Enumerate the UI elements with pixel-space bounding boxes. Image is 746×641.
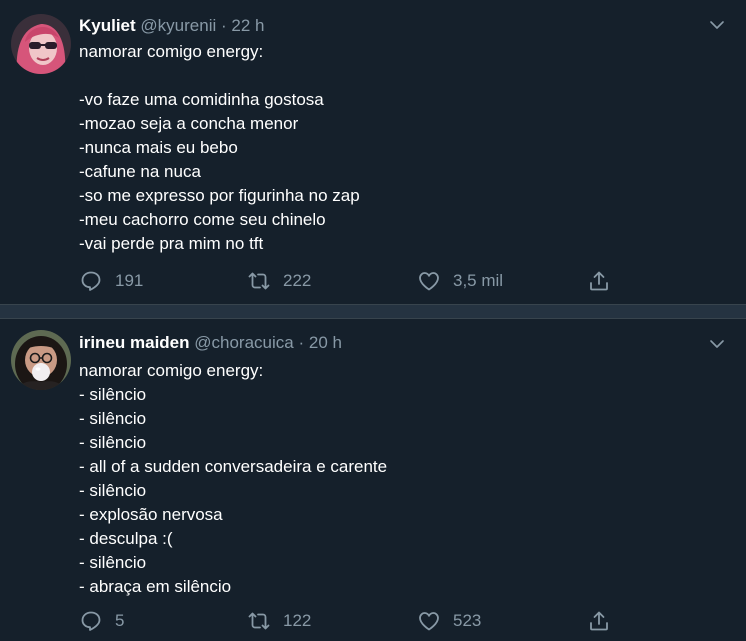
tweet-header: Kyuliet @kyurenii · 22 h: [79, 16, 265, 36]
tweet-menu-button[interactable]: [708, 16, 726, 34]
tweet-line: -mozao seja a concha menor: [79, 114, 299, 133]
tweet-line: -nunca mais eu bebo: [79, 138, 238, 157]
user-handle[interactable]: @kyurenii: [140, 16, 216, 35]
avatar[interactable]: [11, 330, 71, 390]
tweet[interactable]: irineu maiden @choracuica · 20 h namorar…: [0, 319, 746, 641]
tweet-line: - silêncio: [79, 409, 147, 428]
like-button[interactable]: 523: [417, 608, 481, 634]
heart-icon: [419, 272, 439, 291]
tweet-menu-button[interactable]: [708, 335, 726, 353]
tweet-divider: [0, 304, 746, 319]
tweet-actions: 5 122 523: [79, 608, 639, 634]
share-icon: [590, 611, 608, 631]
tweet-line: -so me expresso por figurinha no zap: [79, 186, 360, 205]
separator-dot: ·: [298, 333, 305, 352]
display-name[interactable]: Kyuliet: [79, 16, 136, 35]
retweet-icon: [248, 272, 270, 290]
tweet-line: namorar comigo energy:: [79, 361, 264, 380]
tweet-actions: 191 222 3,5 mil: [79, 268, 639, 294]
share-button[interactable]: [587, 268, 611, 294]
avatar-image: [11, 330, 71, 390]
avatar-image: [11, 14, 71, 74]
tweet-line: -vai perde pra mim no tft: [79, 234, 264, 253]
like-count: 523: [453, 611, 482, 630]
tweet-line: - explosão nervosa: [79, 505, 223, 524]
reply-count: 191: [115, 271, 144, 290]
retweet-button[interactable]: 222: [247, 268, 311, 294]
tweet-line: - silêncio: [79, 433, 147, 452]
retweet-icon: [248, 612, 270, 630]
tweet-text: namorar comigo energy: -vo faze uma comi…: [79, 40, 360, 256]
tweet-line: - silêncio: [79, 481, 147, 500]
tweet-line: - desculpa :(: [79, 529, 173, 548]
chevron-down-icon: [710, 340, 724, 348]
tweet-line: namorar comigo energy:: [79, 42, 264, 61]
tweet-line: -cafune na nuca: [79, 162, 201, 181]
heart-icon: [419, 612, 439, 631]
tweet-line: - all of a sudden conversadeira e carent…: [79, 457, 388, 476]
reply-button[interactable]: 5: [79, 608, 124, 634]
like-count: 3,5 mil: [453, 271, 504, 290]
user-handle[interactable]: @choracuica: [194, 333, 293, 352]
tweet-header: irineu maiden @choracuica · 20 h: [79, 333, 342, 353]
chevron-down-icon: [710, 21, 724, 29]
retweet-button[interactable]: 122: [247, 608, 311, 634]
tweet-line: -vo faze uma comidinha gostosa: [79, 90, 324, 109]
reply-icon: [81, 611, 101, 631]
like-button[interactable]: 3,5 mil: [417, 268, 503, 294]
reply-count: 5: [115, 611, 125, 630]
reply-icon: [81, 271, 101, 291]
tweet-line: - silêncio: [79, 553, 147, 572]
separator-dot: ·: [221, 16, 227, 35]
tweet[interactable]: Kyuliet @kyurenii · 22 h namorar comigo …: [0, 0, 746, 304]
tweet-line: - abraça em silêncio: [79, 577, 232, 596]
reply-button[interactable]: 191: [79, 268, 143, 294]
avatar[interactable]: [11, 14, 71, 74]
display-name[interactable]: irineu maiden: [79, 333, 190, 352]
tweet-line: -meu cachorro come seu chinelo: [79, 210, 326, 229]
share-icon: [590, 271, 608, 291]
timestamp[interactable]: 22 h: [231, 16, 264, 35]
tweet-text: namorar comigo energy: - silêncio - silê…: [79, 359, 387, 599]
timestamp[interactable]: 20 h: [309, 333, 342, 352]
retweet-count: 122: [283, 611, 312, 630]
share-button[interactable]: [587, 608, 611, 634]
retweet-count: 222: [283, 271, 312, 290]
tweet-line: - silêncio: [79, 385, 147, 404]
tweet-line: [79, 64, 360, 88]
